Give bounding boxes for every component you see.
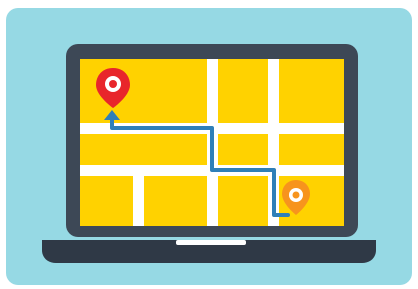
laptop-map-illustration [42, 44, 376, 263]
laptop-hinge [176, 240, 246, 245]
street-vertical-3 [133, 176, 144, 226]
illustration [0, 0, 418, 289]
